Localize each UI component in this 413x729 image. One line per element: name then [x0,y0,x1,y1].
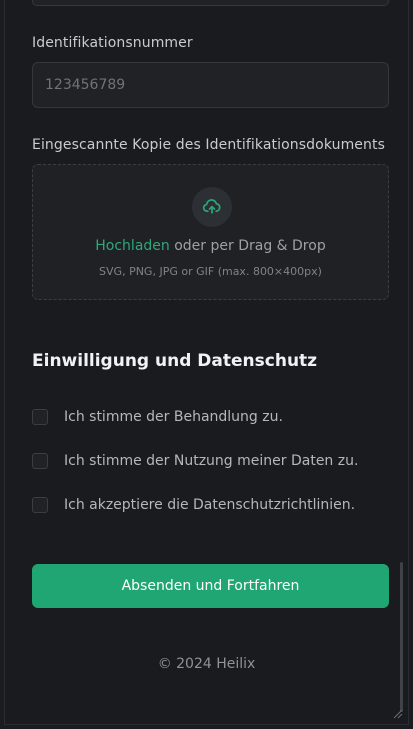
upload-link[interactable]: Hochladen [95,238,170,254]
id-number-label: Identifikationsnummer [32,35,193,51]
consent-section-title: Einwilligung und Datenschutz [32,351,318,371]
form-panel: Identifikationsnummer Eingescannte Kopie… [4,0,409,725]
footer-copyright: © 2024 Heilix [157,656,256,672]
id-number-input[interactable] [32,62,389,108]
upload-icon-badge[interactable] [192,187,232,227]
checkbox-label: Ich stimme der Nutzung meiner Daten zu. [64,453,359,469]
previous-input-field[interactable] [32,0,389,6]
consent-item-privacy-policy[interactable]: Ich akzeptiere die Datenschutzrichtlinie… [32,497,355,513]
drag-drop-text: oder per Drag & Drop [169,238,326,254]
resize-grip-icon[interactable] [391,707,403,719]
upload-dropzone[interactable]: Hochladen oder per Drag & Drop SVG, PNG,… [32,164,389,300]
checkbox-label: Ich akzeptiere die Datenschutzrichtlinie… [64,497,356,513]
consent-item-data-usage[interactable]: Ich stimme der Nutzung meiner Daten zu. [32,453,358,469]
checkbox-label: Ich stimme der Behandlung zu. [64,409,283,425]
checkbox[interactable] [32,409,48,425]
consent-item-treatment[interactable]: Ich stimme der Behandlung zu. [32,409,283,425]
scrollbar-thumb[interactable] [400,562,403,712]
checkbox[interactable] [32,453,48,469]
dropzone-instruction: Hochladen oder per Drag & Drop [33,238,388,254]
submit-button[interactable]: Absenden und Fortfahren [32,564,389,608]
upload-cloud-icon [202,199,221,214]
document-upload-label: Eingescannte Kopie des Identifikationsdo… [32,137,385,153]
checkbox[interactable] [32,497,48,513]
file-type-hint: SVG, PNG, JPG or GIF (max. 800×400px) [99,265,322,278]
